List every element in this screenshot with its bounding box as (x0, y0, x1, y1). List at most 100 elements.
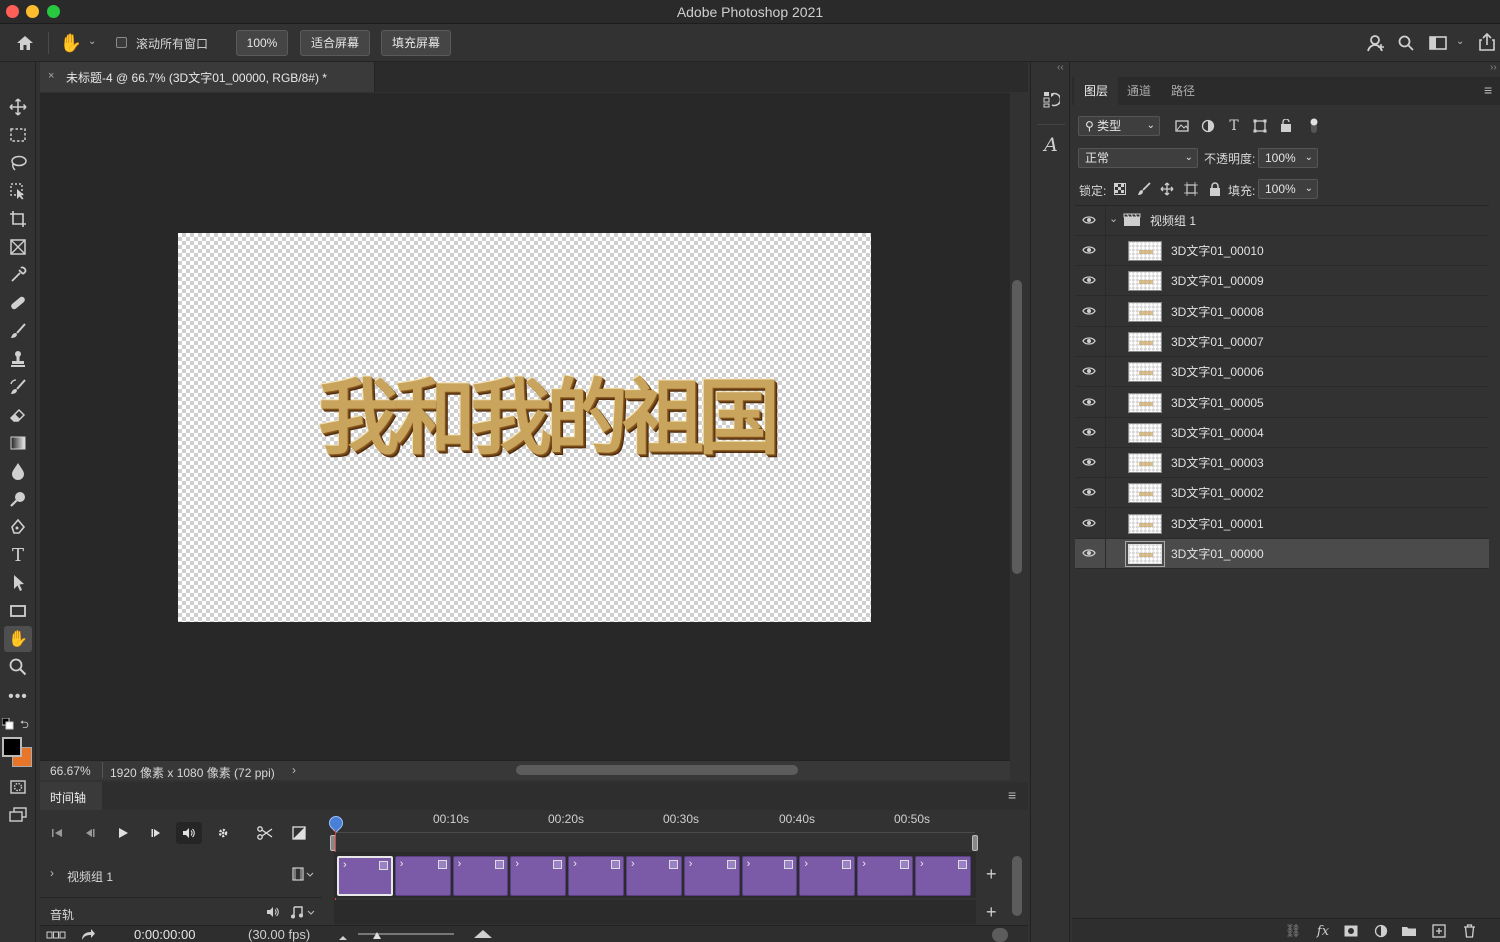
blend-mode-select[interactable]: 正常 ⌄ (1078, 148, 1198, 168)
add-media-icon[interactable]: + (986, 864, 997, 885)
chevron-right-icon[interactable]: › (689, 858, 693, 870)
opacity-field[interactable]: 100% ⌄ (1258, 148, 1318, 168)
video-clip[interactable]: › (337, 856, 393, 896)
fx-icon[interactable]: fx (1314, 922, 1332, 940)
layer-row[interactable]: 3D文字01_00002 (1075, 478, 1489, 509)
adjustment-layer-icon[interactable] (1372, 922, 1390, 940)
play-icon[interactable] (110, 822, 136, 844)
visibility-eye-icon[interactable] (1081, 517, 1097, 531)
visibility-eye-icon[interactable] (1081, 396, 1097, 410)
search-icon[interactable] (1395, 32, 1417, 54)
video-clip[interactable]: › (568, 856, 624, 896)
chevron-right-icon[interactable]: › (804, 858, 808, 870)
mute-audio-icon[interactable] (176, 822, 202, 844)
zoom-level[interactable]: 66.67% (50, 764, 91, 778)
chevron-right-icon[interactable]: › (862, 858, 866, 870)
zoom-100-button[interactable]: 100% (236, 30, 288, 56)
chevron-right-icon[interactable]: › (747, 858, 751, 870)
chevron-right-icon[interactable]: › (920, 858, 924, 870)
panel-menu-icon[interactable]: ≡ (1484, 82, 1492, 98)
close-tab-icon[interactable]: × (48, 70, 54, 82)
visibility-eye-icon[interactable] (1081, 305, 1097, 319)
horizontal-scrollbar[interactable] (516, 765, 798, 775)
clip-menu-icon[interactable] (437, 860, 447, 869)
chevron-right-icon[interactable]: › (292, 763, 296, 777)
quick-mask-icon[interactable] (4, 774, 32, 800)
hand-tool-icon[interactable]: ✋ (4, 626, 32, 652)
chevron-down-icon[interactable]: ⌄ (1456, 36, 1464, 47)
lock-position-icon[interactable] (1158, 180, 1176, 198)
tab-paths[interactable]: 路径 (1161, 77, 1205, 105)
frame-tool-icon[interactable] (4, 234, 32, 260)
layer-row[interactable]: 3D文字01_00003 (1075, 448, 1489, 479)
fill-field[interactable]: 100% ⌄ (1258, 179, 1318, 199)
type-tool-icon[interactable]: T (4, 542, 32, 568)
healing-brush-tool-icon[interactable] (4, 290, 32, 316)
filter-adjustment-icon[interactable] (1199, 117, 1217, 135)
home-icon[interactable] (12, 31, 38, 55)
chevron-down-icon[interactable]: ⌄ (88, 36, 96, 47)
vertical-scrollbar[interactable] (1012, 280, 1022, 574)
filter-pixel-icon[interactable] (1173, 117, 1191, 135)
pen-tool-icon[interactable] (4, 514, 32, 540)
video-clip[interactable]: › (915, 856, 971, 896)
convert-to-frame-animation-icon[interactable] (46, 929, 66, 942)
clip-menu-icon[interactable] (668, 860, 678, 869)
eyedropper-tool-icon[interactable] (4, 262, 32, 288)
new-layer-icon[interactable] (1430, 922, 1448, 940)
layer-row[interactable]: 3D文字01_00004 (1075, 417, 1489, 448)
eraser-tool-icon[interactable] (4, 402, 32, 428)
render-video-icon[interactable] (80, 927, 96, 942)
layer-row[interactable]: 3D文字01_00007 (1075, 326, 1489, 357)
layer-row[interactable]: 3D文字01_00009 (1075, 266, 1489, 297)
zoom-out-timeline-icon[interactable] (336, 931, 350, 942)
object-selection-tool-icon[interactable] (4, 178, 32, 204)
visibility-eye-icon[interactable] (1081, 244, 1097, 258)
chevron-right-icon[interactable]: › (573, 858, 577, 870)
foreground-color-swatch[interactable] (2, 737, 22, 757)
video-group-track-header[interactable]: › 视频组 1 (40, 852, 322, 898)
video-clip[interactable]: › (510, 856, 567, 896)
new-group-icon[interactable] (1400, 922, 1418, 940)
playback-settings-icon[interactable] (210, 822, 236, 844)
lock-transparent-pixels-icon[interactable] (1111, 180, 1129, 198)
chevron-right-icon[interactable]: › (50, 866, 54, 880)
clip-menu-icon[interactable] (957, 860, 967, 869)
layer-filter-select[interactable]: ⚲ 类型 ⌄ (1078, 116, 1160, 136)
film-strip-icon[interactable] (292, 867, 314, 884)
more-tools-icon[interactable]: ••• (4, 684, 32, 710)
audio-track-header[interactable]: 音轨 (40, 900, 322, 924)
document-tab[interactable]: × 未标题-4 @ 66.7% (3D文字01_00000, RGB/8#) * (40, 62, 375, 92)
expand-panels-icon[interactable]: ‹‹ (1057, 62, 1064, 73)
clip-menu-icon[interactable] (899, 860, 909, 869)
scroll-all-windows-checkbox[interactable] (116, 37, 127, 48)
video-clip[interactable]: › (452, 856, 509, 896)
collapse-panel-icon[interactable]: ›› (1490, 62, 1497, 73)
clip-menu-icon[interactable] (610, 860, 620, 869)
brush-tool-icon[interactable] (4, 318, 32, 344)
work-area-end-handle[interactable] (972, 835, 978, 851)
visibility-eye-icon[interactable] (1081, 426, 1097, 440)
next-frame-icon[interactable] (144, 822, 170, 844)
video-clip[interactable]: › (626, 856, 682, 896)
clip-menu-icon[interactable] (378, 861, 388, 870)
chevron-right-icon[interactable]: › (343, 859, 347, 871)
add-audio-icon[interactable]: + (986, 902, 997, 923)
link-layers-icon[interactable]: ⛓ (1284, 922, 1302, 940)
filter-toggle-icon[interactable] (1309, 118, 1319, 133)
layer-row[interactable]: 3D文字01_00008 (1075, 296, 1489, 327)
timeline-horizontal-scrollbar[interactable] (992, 928, 1008, 942)
timeline-zoom-thumb[interactable] (372, 929, 382, 939)
visibility-eye-icon[interactable] (1081, 365, 1097, 379)
timeline-menu-icon[interactable]: ≡ (1008, 787, 1016, 803)
layer-row[interactable]: 3D文字01_00006 (1075, 357, 1489, 388)
lock-image-pixels-icon[interactable] (1135, 180, 1153, 198)
lock-all-icon[interactable] (1206, 180, 1224, 198)
clip-menu-icon[interactable] (495, 860, 505, 869)
fill-screen-button[interactable]: 填充屏幕 (381, 30, 451, 56)
visibility-eye-icon[interactable] (1081, 547, 1097, 561)
zoom-tool-icon[interactable] (4, 654, 32, 680)
layer-row[interactable]: 3D文字01_00000 (1075, 539, 1489, 569)
add-mask-icon[interactable] (1342, 922, 1360, 940)
filter-type-icon[interactable]: T (1225, 117, 1243, 135)
